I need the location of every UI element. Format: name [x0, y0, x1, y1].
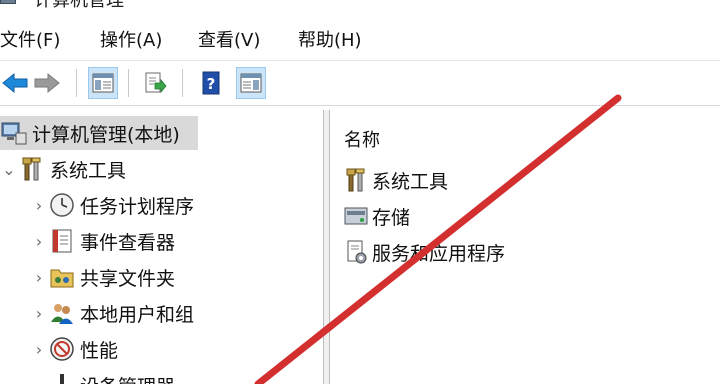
- export-list-button[interactable]: [140, 67, 170, 99]
- toolbar-separator: [76, 69, 77, 97]
- help-icon: ?: [202, 71, 220, 95]
- services-icon: [342, 238, 370, 266]
- forward-arrow-icon: [34, 72, 60, 94]
- chevron-right-icon[interactable]: ›: [30, 340, 48, 359]
- column-header-name[interactable]: 名称: [344, 126, 380, 152]
- show-hide-console-tree-icon: [92, 73, 114, 93]
- chevron-right-icon[interactable]: ›: [30, 232, 48, 251]
- tools-icon: [342, 166, 370, 194]
- console-tree: 计算机管理(本地) ⌄ 系统工具 › 任务计划程序 › 事件查看器 › 共享文件…: [0, 110, 323, 384]
- list-item-storage[interactable]: 存储: [342, 200, 410, 232]
- tree-item-label: 计算机管理(本地): [32, 123, 180, 146]
- list-item-system-tools[interactable]: 系统工具: [342, 164, 448, 196]
- show-hide-tree-button[interactable]: [88, 67, 118, 99]
- forward-button[interactable]: [32, 67, 62, 99]
- pane-splitter[interactable]: [323, 110, 330, 384]
- list-item-label: 存储: [372, 206, 411, 229]
- tree-item-label: 性能: [80, 339, 119, 362]
- chevron-right-icon[interactable]: ›: [30, 304, 48, 323]
- chevron-right-icon[interactable]: ›: [30, 268, 48, 287]
- list-item-label: 系统工具: [372, 170, 449, 193]
- tree-item-device-manager[interactable]: 设备管理器: [30, 368, 175, 384]
- users-icon: [48, 299, 76, 327]
- tree-item-label: 系统工具: [50, 159, 127, 182]
- menu-action[interactable]: 操作(A): [100, 26, 162, 52]
- tree-item-task-scheduler[interactable]: › 任务计划程序: [30, 188, 194, 222]
- export-list-icon: [145, 72, 167, 94]
- menu-file[interactable]: 文件(F): [0, 26, 60, 52]
- event-viewer-icon: [48, 227, 76, 255]
- chevron-right-icon[interactable]: ›: [30, 196, 48, 215]
- tree-item-system-tools[interactable]: ⌄ 系统工具: [0, 152, 126, 186]
- title-bar: 计算机管理: [0, 0, 720, 11]
- tree-item-event-viewer[interactable]: › 事件查看器: [30, 224, 175, 258]
- back-arrow-icon: [2, 72, 28, 94]
- menu-help[interactable]: 帮助(H): [298, 26, 362, 52]
- tools-icon: [18, 155, 46, 183]
- list-item-services-applications[interactable]: 服务和应用程序: [342, 236, 505, 268]
- tree-item-label: 设备管理器: [80, 372, 175, 384]
- shared-folder-icon: [48, 263, 76, 291]
- toolbar-separator: [182, 69, 183, 97]
- help-button[interactable]: ?: [196, 67, 226, 99]
- tree-item-label: 事件查看器: [80, 231, 176, 254]
- storage-icon: [342, 202, 370, 230]
- tree-item-label: 任务计划程序: [80, 195, 195, 218]
- results-pane: 名称 系统工具 存储 服务和应用程序: [330, 110, 720, 384]
- list-item-label: 服务和应用程序: [372, 242, 506, 265]
- toolbar: ?: [0, 60, 720, 106]
- performance-icon: [48, 335, 76, 363]
- back-button[interactable]: [0, 67, 30, 99]
- menu-bar: 文件(F) 操作(A) 查看(V) 帮助(H): [0, 22, 720, 56]
- chevron-down-icon[interactable]: ⌄: [0, 160, 18, 179]
- tree-item-local-users-groups[interactable]: › 本地用户和组: [30, 296, 194, 330]
- show-hide-action-pane-button[interactable]: [236, 67, 266, 99]
- show-hide-action-pane-icon: [240, 73, 262, 93]
- computer-management-icon: [0, 119, 28, 147]
- toolbar-separator: [128, 69, 129, 97]
- tree-item-label: 共享文件夹: [80, 267, 176, 290]
- device-manager-icon: [48, 371, 76, 384]
- tree-item-label: 本地用户和组: [80, 303, 195, 326]
- menu-view[interactable]: 查看(V): [198, 26, 260, 52]
- clock-icon: [48, 191, 76, 219]
- window-title: 计算机管理: [34, 0, 124, 11]
- app-icon: [0, 0, 16, 4]
- tree-item-performance[interactable]: › 性能: [30, 332, 118, 366]
- svg-text:?: ?: [207, 75, 216, 93]
- tree-item-computer-management[interactable]: 计算机管理(本地): [0, 116, 198, 150]
- tree-item-shared-folders[interactable]: › 共享文件夹: [30, 260, 175, 294]
